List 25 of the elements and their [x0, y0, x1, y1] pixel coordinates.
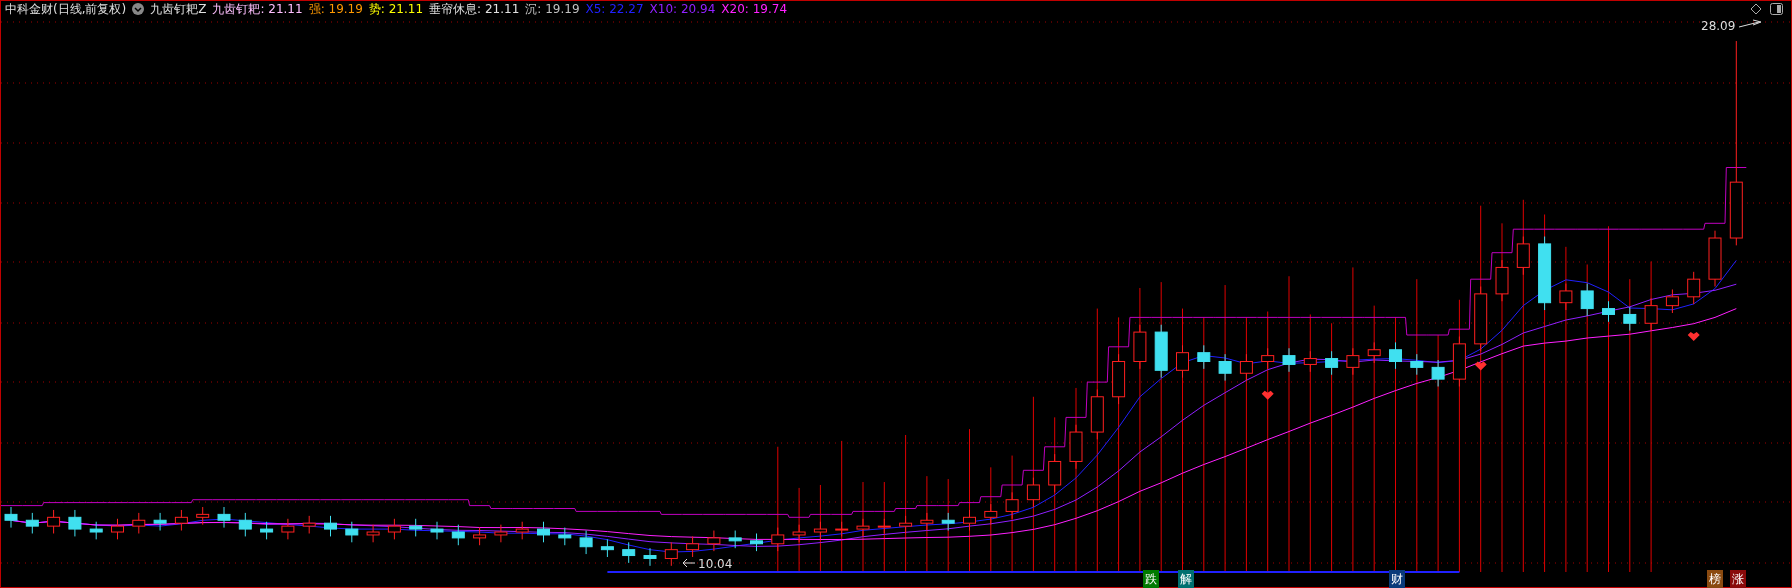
- indicator-value: 沉: 19.19: [525, 0, 580, 18]
- indicator-value: X5: 22.27: [585, 2, 644, 16]
- indicator-value: 强: 19.19: [308, 0, 363, 18]
- high-price-label: 28.09: [1701, 19, 1736, 33]
- indicator-value: 垂帘休息: 21.11: [429, 0, 520, 18]
- indicator-value: X20: 19.74: [721, 2, 788, 16]
- heart-icon: [1474, 361, 1487, 371]
- signal-badge: 财: [1389, 570, 1406, 588]
- heart-icon: [1261, 390, 1274, 400]
- left-arrow-icon: [682, 558, 696, 568]
- indicator-name: 九齿钉耙Z: [150, 0, 207, 18]
- signal-badge: 榜: [1706, 570, 1723, 588]
- dropdown-icon[interactable]: [132, 3, 145, 15]
- indicator-value: X10: 20.94: [649, 2, 716, 16]
- stock-title: 中科金财(日线,前复权): [5, 0, 127, 18]
- low-price-label: 10.04: [698, 557, 733, 571]
- signal-badge: 涨: [1729, 570, 1746, 588]
- signal-badge: 跌: [1143, 570, 1160, 588]
- pointer-arrow-icon: [1738, 19, 1762, 28]
- indicator-value: 九齿钉耙: 21.11: [212, 0, 303, 18]
- signal-badge: 解: [1177, 570, 1194, 588]
- panel-toggle-icon[interactable]: [1770, 3, 1783, 15]
- indicator-value: 势: 21.11: [368, 0, 424, 18]
- heart-icon: [1687, 332, 1700, 342]
- diamond-icon[interactable]: [1750, 3, 1762, 15]
